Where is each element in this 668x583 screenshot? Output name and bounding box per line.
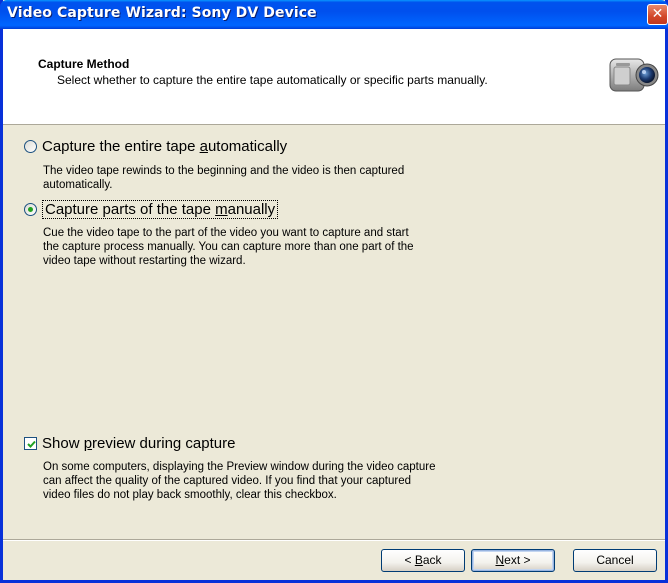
page-subtitle: Select whether to capture the entire tap… <box>57 73 488 87</box>
option-parts-manually-label: Capture parts of the tape manually <box>42 200 279 219</box>
radio-entire-tape[interactable] <box>24 140 37 153</box>
wizard-window: Video Capture Wizard: Sony DV Device ✕ C… <box>0 0 668 583</box>
preview-option[interactable]: Show preview during capture <box>24 435 235 452</box>
next-button[interactable]: Next > <box>471 549 555 572</box>
radio-parts-manually[interactable] <box>24 203 37 216</box>
back-button[interactable]: < Back <box>381 549 465 572</box>
preview-label: Show preview during capture <box>42 435 236 452</box>
preview-checkbox[interactable] <box>24 437 37 450</box>
option-parts-manually-description: Cue the video tape to the part of the vi… <box>43 227 414 267</box>
close-icon: ✕ <box>651 6 664 22</box>
option-parts-manually[interactable]: Capture parts of the tape manually <box>24 200 279 219</box>
wizard-content: Capture the entire tape automatically Th… <box>3 126 665 541</box>
footer-separator <box>3 539 665 541</box>
option-entire-tape[interactable]: Capture the entire tape automatically <box>24 138 287 155</box>
wizard-header: Capture Method Select whether to capture… <box>3 29 665 125</box>
check-icon <box>27 440 36 448</box>
option-entire-tape-description: The video tape rewinds to the beginning … <box>43 165 405 191</box>
camcorder-icon <box>609 58 659 92</box>
window-title: Video Capture Wizard: Sony DV Device <box>7 5 317 21</box>
title-bar[interactable]: Video Capture Wizard: Sony DV Device ✕ <box>0 0 668 29</box>
option-entire-tape-label: Capture the entire tape automatically <box>42 138 288 155</box>
close-button[interactable]: ✕ <box>647 4 668 25</box>
page-title: Capture Method <box>38 57 130 71</box>
preview-description: On some computers, displaying the Previe… <box>43 461 436 501</box>
cancel-button[interactable]: Cancel <box>573 549 657 572</box>
